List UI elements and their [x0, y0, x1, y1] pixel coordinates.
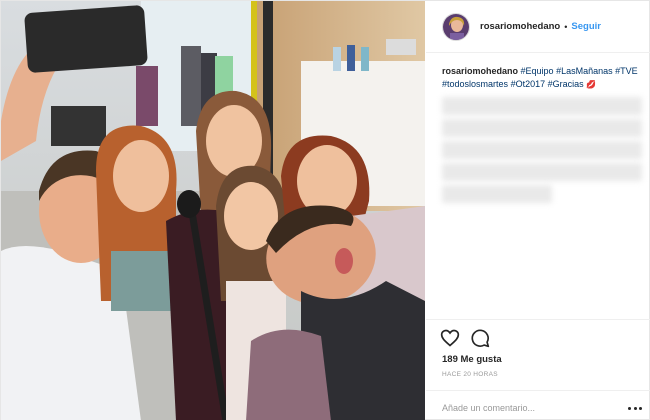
comment-icon[interactable] — [470, 328, 490, 348]
comment-input[interactable] — [442, 400, 612, 416]
comment-bar — [426, 390, 650, 420]
hashtag[interactable]: #todoslosmartes — [442, 79, 508, 89]
post-caption: rosariomohedano #Equipo #LasMañanas #TVE… — [442, 65, 642, 91]
hashtag[interactable]: #Ot2017 — [511, 79, 546, 89]
post-photo[interactable] — [1, 1, 425, 420]
avatar-image — [443, 13, 469, 40]
follow-button[interactable]: Seguir — [571, 21, 601, 32]
kiss-emoji: 💋 — [586, 80, 597, 89]
hashtag[interactable]: #Gracias — [548, 79, 584, 89]
header-username[interactable]: rosariomohedano — [480, 21, 560, 32]
instagram-post: rosariomohedano • Seguir rosariomohedano… — [0, 0, 650, 420]
ellipsis-icon[interactable] — [628, 403, 642, 413]
hashtag[interactable]: #LasMañanas — [556, 66, 613, 76]
post-header: rosariomohedano • Seguir — [426, 1, 650, 53]
caption-username[interactable]: rosariomohedano — [442, 66, 518, 76]
likes-count[interactable]: 189 Me gusta — [442, 354, 502, 365]
hashtag[interactable]: #TVE — [615, 66, 638, 76]
avatar[interactable] — [442, 12, 470, 41]
post-actions: 189 Me gusta HACE 20 HORAS — [426, 319, 650, 420]
blurred-comments — [442, 97, 642, 205]
separator-dot: • — [564, 21, 568, 32]
heart-icon[interactable] — [440, 328, 460, 348]
post-sidebar: rosariomohedano • Seguir rosariomohedano… — [426, 1, 650, 420]
hashtag[interactable]: #Equipo — [521, 66, 554, 76]
post-timestamp: HACE 20 HORAS — [442, 371, 498, 378]
group-selfie-image — [1, 1, 425, 420]
